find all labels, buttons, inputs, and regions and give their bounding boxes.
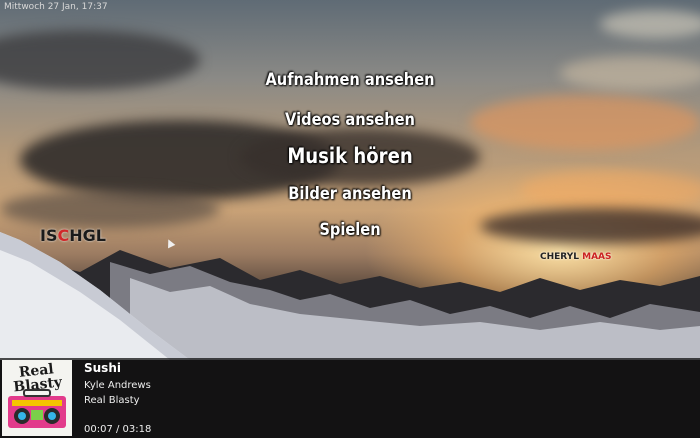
track-time: 00:07 / 03:18 — [84, 424, 152, 435]
boombox-icon — [8, 389, 66, 428]
menu-item-games[interactable]: Spielen — [49, 220, 651, 240]
datetime-label: Mittwoch 27 Jan, 17:37 — [4, 2, 108, 12]
menu-item-recordings[interactable]: Aufnahmen ansehen — [49, 70, 651, 90]
menu-item-music[interactable]: Musik hören — [49, 144, 651, 168]
track-artist: Kyle Andrews — [84, 380, 151, 391]
menu-item-pictures[interactable]: Bilder ansehen — [49, 184, 651, 204]
cheryl-maas-logo: CHERYL MAAS — [540, 252, 612, 262]
album-cover: Real Blasty — [2, 360, 72, 436]
menu-item-videos[interactable]: Videos ansehen — [49, 110, 651, 130]
now-playing-panel: Real Blasty Sushi Kyle Andrews Real Blas… — [0, 358, 700, 438]
track-album: Real Blasty — [84, 395, 140, 406]
track-title: Sushi — [84, 361, 121, 375]
